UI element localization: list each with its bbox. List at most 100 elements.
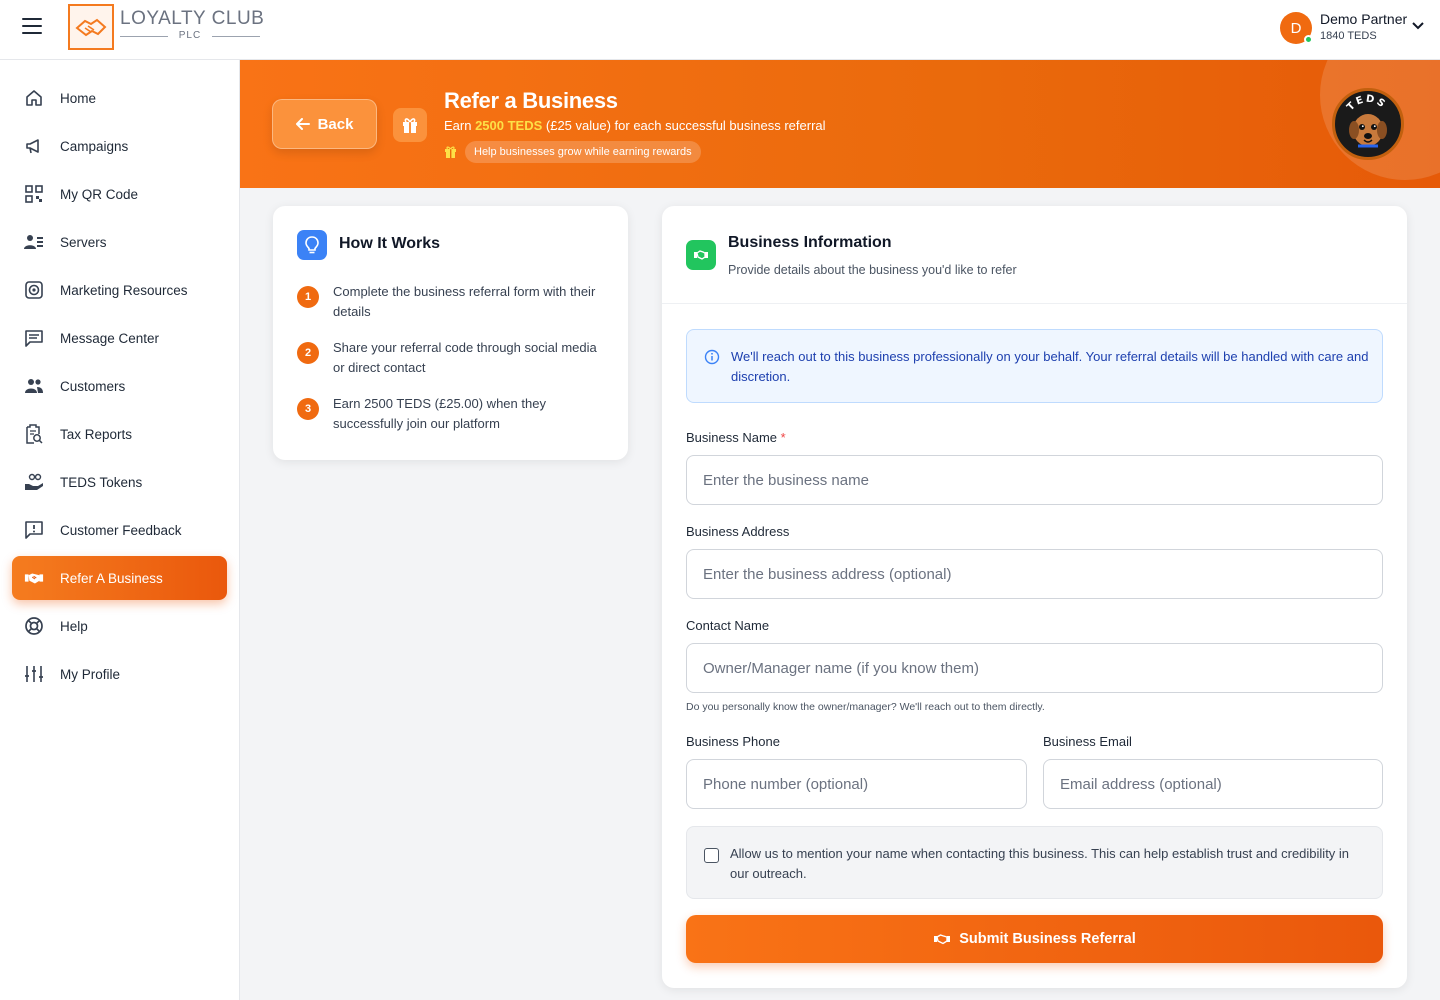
sidebar-item-label: My Profile [60, 666, 121, 682]
qr-code-icon [24, 184, 44, 204]
consent-option: Allow us to mention your name when conta… [686, 826, 1383, 899]
tax-report-icon [24, 424, 44, 444]
lightbulb-icon [297, 230, 327, 260]
sidebar-item-label: Home [60, 90, 97, 106]
feedback-icon [24, 520, 44, 540]
business-name-input[interactable] [686, 455, 1383, 505]
step-text: Share your referral code through social … [333, 340, 597, 375]
sidebar-item-help[interactable]: Help [12, 604, 227, 648]
submit-referral-button[interactable]: Submit Business Referral [686, 915, 1383, 963]
megaphone-icon [24, 136, 44, 156]
handshake-card-icon [686, 240, 716, 270]
sidebar-item-label: Refer A Business [60, 570, 163, 586]
business-email-label: Business Email [1043, 734, 1132, 749]
sidebar-item-label: Servers [60, 234, 107, 250]
sidebar-item-servers[interactable]: Servers [12, 220, 227, 264]
contact-name-input[interactable] [686, 643, 1383, 693]
subtitle-suffix: (£25 value) for each successful business… [542, 118, 826, 133]
required-asterisk: * [780, 430, 786, 445]
logo-subtitle: PLC [120, 30, 260, 41]
sidebar-item-label: Message Center [60, 330, 160, 346]
sidebar-item-customers[interactable]: Customers [12, 364, 227, 408]
user-menu[interactable]: D Demo Partner 1840 TEDS [1268, 0, 1440, 58]
contact-name-hint: Do you personally know the owner/manager… [686, 701, 1045, 713]
business-phone-label: Business Phone [686, 734, 780, 749]
sidebar: Home Campaigns My QR Code Servers Market… [0, 60, 240, 1000]
sidebar-item-label: Campaigns [60, 138, 129, 154]
user-teds-balance: 1840 TEDS [1320, 30, 1377, 42]
sidebar-item-teds-tokens[interactable]: TEDS Tokens [12, 460, 227, 504]
page-subtitle: Earn 2500 TEDS (£25 value) for each succ… [444, 118, 826, 133]
sidebar-item-campaigns[interactable]: Campaigns [12, 124, 227, 168]
sidebar-item-tax-reports[interactable]: Tax Reports [12, 412, 227, 456]
form-header: Business Information Provide details abo… [662, 206, 1407, 304]
step-number: 1 [297, 286, 319, 308]
step-number: 3 [297, 398, 319, 420]
sliders-icon [24, 664, 44, 684]
info-icon [704, 349, 720, 365]
sidebar-item-label: Customers [60, 378, 126, 394]
handshake-icon [24, 568, 44, 588]
logo-icon[interactable] [68, 4, 114, 50]
consent-checkbox[interactable] [704, 848, 719, 863]
sidebar-item-label: Marketing Resources [60, 282, 188, 298]
chevron-down-icon [1412, 22, 1424, 30]
small-gift-icon [445, 146, 456, 158]
menu-toggle-icon[interactable] [22, 18, 42, 34]
info-alert: We'll reach out to this business profess… [686, 329, 1383, 403]
form-title: Business Information [728, 234, 892, 251]
sidebar-item-my-qr-code[interactable]: My QR Code [12, 172, 227, 216]
sidebar-item-label: My QR Code [60, 186, 139, 202]
sidebar-item-label: Tax Reports [60, 426, 133, 442]
business-name-label: Business Name * [686, 430, 786, 445]
back-button[interactable]: Back [272, 99, 377, 149]
teds-reward-highlight: 2500 TEDS [475, 118, 543, 133]
page-title: Refer a Business [444, 88, 618, 113]
svg-text:TEDS: TEDS [1345, 94, 1388, 114]
message-icon [24, 328, 44, 348]
sidebar-item-my-profile[interactable]: My Profile [12, 652, 227, 696]
business-address-input[interactable] [686, 549, 1383, 599]
top-bar: LOYALTY CLUB PLC D Demo Partner 1840 TED… [0, 0, 1440, 60]
sidebar-item-refer-a-business[interactable]: Refer A Business [12, 556, 227, 600]
contact-name-label: Contact Name [686, 618, 770, 633]
step-text: Earn 2500 TEDS (£25.00) when they succes… [333, 396, 546, 431]
back-button-label: Back [317, 115, 354, 133]
online-status-dot [1304, 35, 1313, 44]
teds-mascot-badge: TEDS [1332, 88, 1404, 160]
sidebar-item-message-center[interactable]: Message Center [12, 316, 227, 360]
hero-tagline-pill: Help businesses grow while earning rewar… [465, 141, 701, 163]
business-information-form: Business Information Provide details abo… [662, 206, 1407, 988]
users-list-icon [24, 232, 44, 252]
submit-button-label: Submit Business Referral [959, 931, 1136, 947]
tokens-hand-icon [24, 472, 44, 492]
sidebar-item-label: Customer Feedback [60, 522, 182, 538]
business-phone-input[interactable] [686, 759, 1027, 809]
user-name: Demo Partner [1320, 11, 1408, 27]
home-icon [24, 88, 44, 108]
consent-text: Allow us to mention your name when conta… [730, 846, 1350, 881]
handshake-icon [934, 934, 951, 945]
business-name-label-text: Business Name [686, 430, 778, 445]
sidebar-item-label: Help [60, 618, 88, 634]
how-it-works-title: How It Works [339, 235, 441, 252]
business-email-input[interactable] [1043, 759, 1383, 809]
customers-icon [24, 376, 44, 396]
form-description: Provide details about the business you'd… [728, 263, 1017, 277]
lifebuoy-icon [24, 616, 44, 636]
logo-title: LOYALTY CLUB [120, 8, 265, 29]
sidebar-item-marketing-resources[interactable]: Marketing Resources [12, 268, 227, 312]
step-text: Complete the business referral form with… [333, 284, 596, 319]
business-address-label: Business Address [686, 524, 790, 539]
subtitle-prefix: Earn [444, 118, 476, 133]
info-alert-text: We'll reach out to this business profess… [731, 349, 1369, 384]
page-hero: Back Refer a Business Earn 2500 TEDS (£2… [240, 60, 1440, 188]
step-number: 2 [297, 342, 319, 364]
sidebar-item-home[interactable]: Home [12, 76, 227, 120]
how-it-works-card: How It Works 1 Complete the business ref… [273, 206, 628, 460]
sidebar-item-label: TEDS Tokens [60, 474, 143, 490]
sidebar-item-customer-feedback[interactable]: Customer Feedback [12, 508, 227, 552]
target-icon [24, 280, 44, 300]
gift-icon [393, 108, 427, 142]
arrow-left-icon [295, 118, 310, 130]
